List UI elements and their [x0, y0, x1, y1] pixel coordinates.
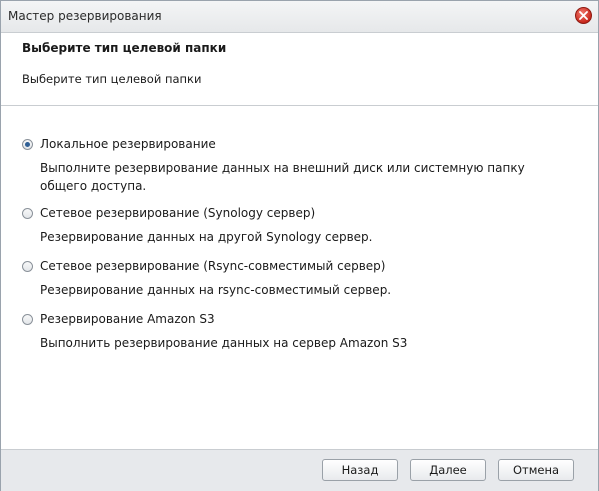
- option-description: Резервирование данных на другой Synology…: [40, 230, 373, 244]
- option-label[interactable]: Сетевое резервирование (Synology сервер): [40, 206, 315, 220]
- option-label[interactable]: Резервирование Amazon S3: [40, 312, 215, 326]
- next-button[interactable]: Далее: [410, 459, 486, 481]
- title-bar[interactable]: Мастер резервирования: [1, 1, 598, 33]
- window-title: Мастер резервирования: [8, 9, 162, 23]
- close-icon: [579, 11, 588, 20]
- back-button[interactable]: Назад: [322, 459, 398, 481]
- header-subtitle: Выберите тип целевой папки: [22, 72, 202, 86]
- backup-wizard-dialog: Мастер резервирования Выберите тип целев…: [0, 0, 599, 491]
- option-description: Выполнить резервирование данных на серве…: [40, 336, 408, 350]
- radio-network-rsync[interactable]: [22, 261, 33, 272]
- wizard-header: Выберите тип целевой папки Выберите тип …: [1, 33, 598, 106]
- radio-amazon-s3[interactable]: [22, 314, 33, 325]
- radio-local-backup[interactable]: [22, 139, 33, 150]
- option-local-backup[interactable]: Локальное резервирование Выполните резер…: [22, 137, 582, 193]
- radio-network-synology[interactable]: [22, 208, 33, 219]
- option-network-rsync[interactable]: Сетевое резервирование (Rsync-совместимы…: [22, 259, 582, 297]
- option-amazon-s3[interactable]: Резервирование Amazon S3 Выполнить резер…: [22, 312, 582, 350]
- cancel-button[interactable]: Отмена: [498, 459, 574, 481]
- option-label[interactable]: Локальное резервирование: [40, 137, 216, 151]
- option-label[interactable]: Сетевое резервирование (Rsync-совместимы…: [40, 259, 385, 273]
- close-button[interactable]: [575, 7, 592, 24]
- wizard-footer: Назад Далее Отмена: [1, 449, 598, 491]
- header-title: Выберите тип целевой папки: [22, 41, 227, 55]
- option-description: Резервирование данных на rsync-совместим…: [40, 283, 392, 297]
- option-network-synology[interactable]: Сетевое резервирование (Synology сервер)…: [22, 206, 582, 244]
- option-description: Выполните резервирование данных на внешн…: [40, 161, 525, 193]
